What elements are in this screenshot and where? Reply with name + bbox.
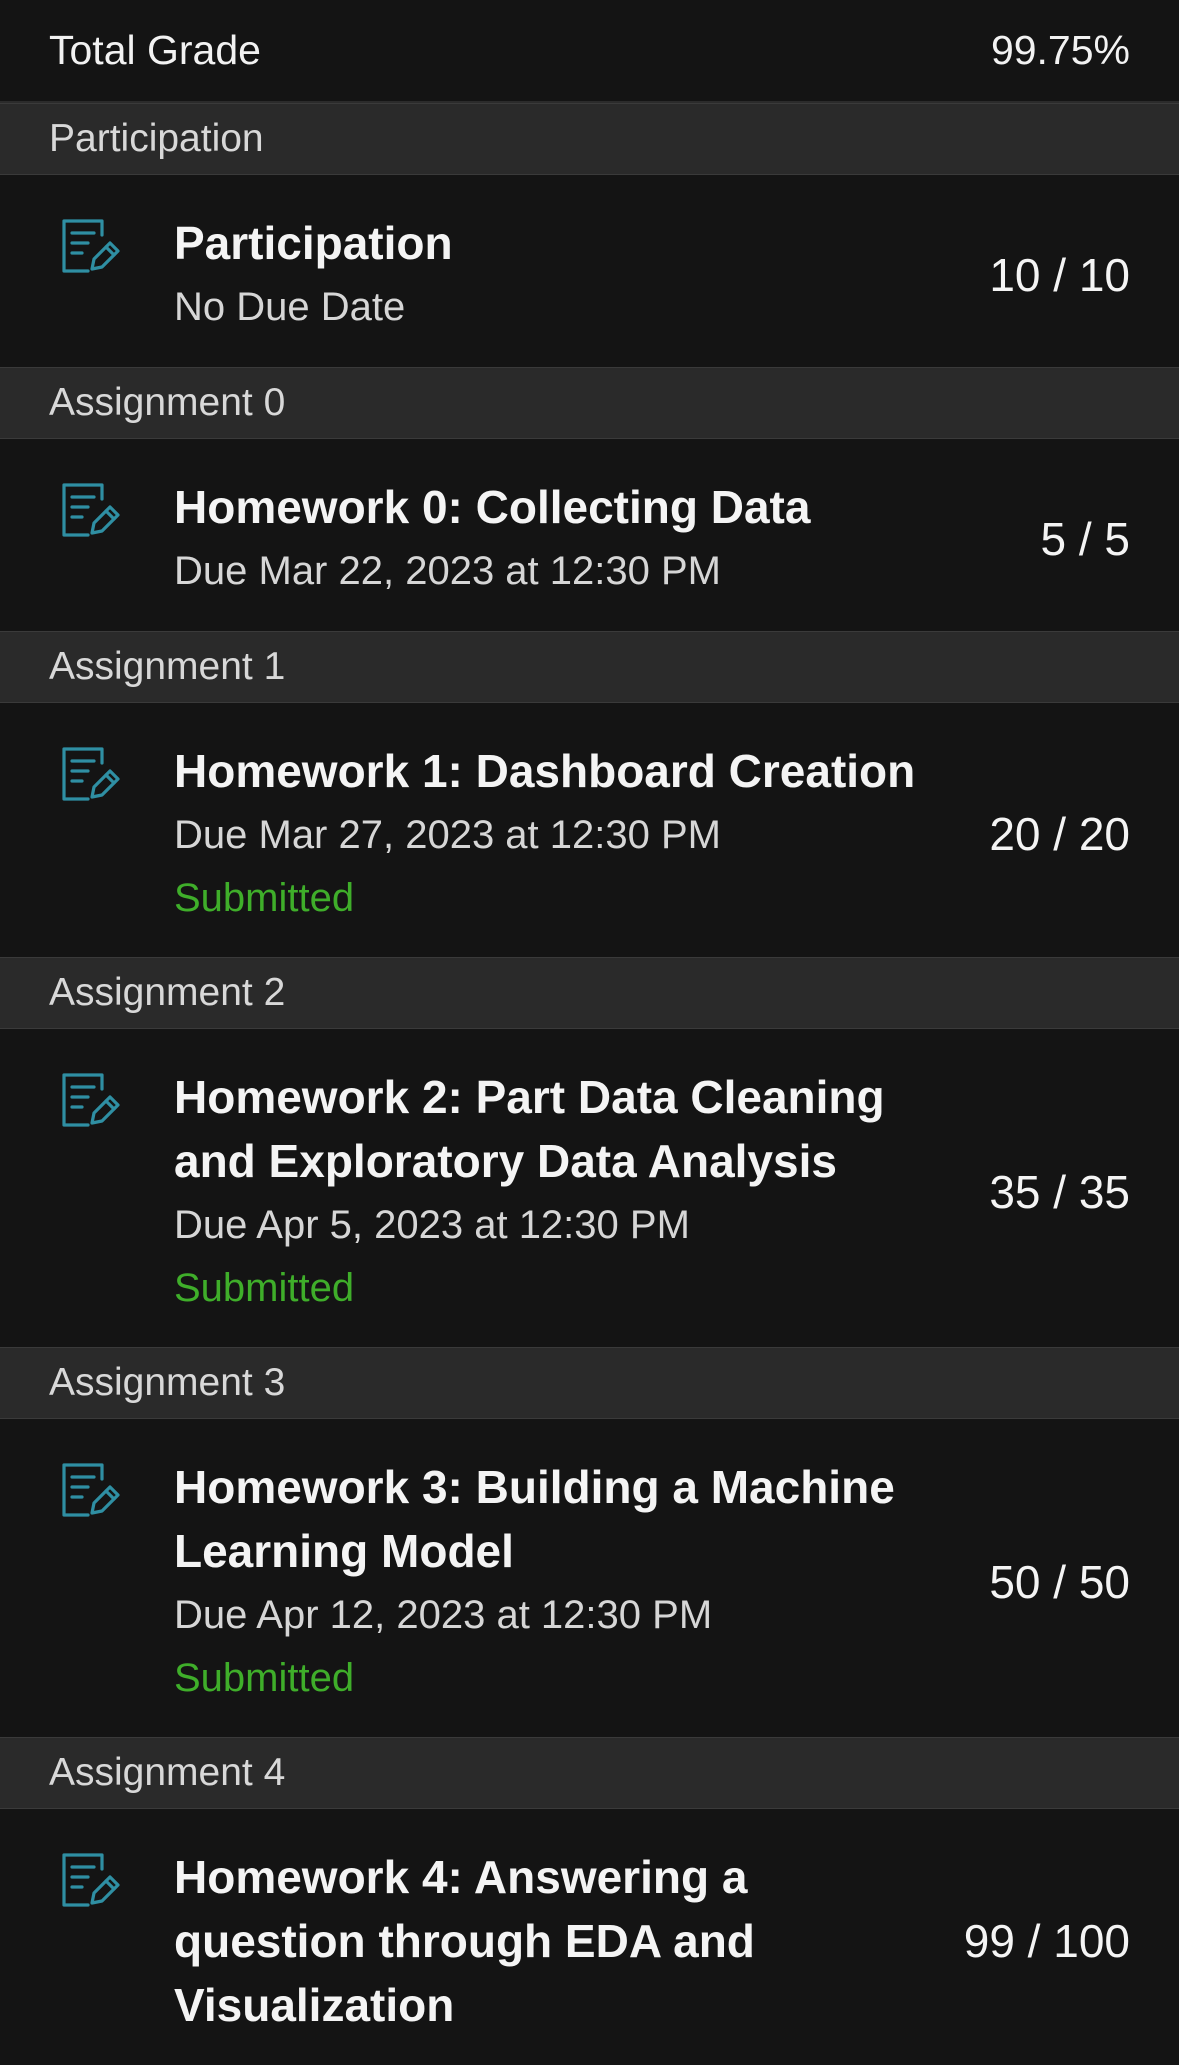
group-header: Assignment 4 (0, 1737, 1179, 1809)
score: 50 / 50 (989, 1556, 1130, 1608)
item-text: Homework 2: Part Data Cleaning and Explo… (174, 1065, 989, 1319)
group-header: Assignment 1 (0, 631, 1179, 703)
assignment-icon (58, 1459, 120, 1521)
assignment-title[interactable]: Homework 1: Dashboard Creation (174, 739, 934, 803)
assignment-title[interactable]: Homework 3: Building a Machine Learning … (174, 1455, 934, 1583)
assignment-icon (58, 743, 120, 805)
item-text: Homework 4: Answering a question through… (174, 1845, 964, 2037)
submission-status: Submitted (174, 1656, 355, 1700)
assignment-icon (58, 215, 120, 277)
submission-status: Submitted (174, 876, 355, 920)
group-header: Participation (0, 103, 1179, 175)
score: 35 / 35 (989, 1166, 1130, 1218)
assignment-title[interactable]: Homework 0: Collecting Data (174, 475, 934, 539)
assignment-title[interactable]: Homework 4: Answering a question through… (174, 1845, 934, 2037)
due-date: Due Apr 12, 2023 at 12:30 PM (174, 1593, 713, 1637)
item-text: Participation No Due Date (174, 211, 989, 339)
score: 10 / 10 (989, 249, 1130, 301)
assignment-title[interactable]: Homework 2: Part Data Cleaning and Explo… (174, 1065, 934, 1193)
icon-column (0, 475, 174, 541)
score: 20 / 20 (989, 808, 1130, 860)
score: 99 / 100 (963, 1915, 1130, 1967)
due-date: No Due Date (174, 285, 406, 329)
icon-column (0, 739, 174, 805)
item-text: Homework 0: Collecting Data Due Mar 22, 2… (174, 475, 1040, 603)
due-date: Due Apr 5, 2023 at 12:30 PM (174, 1203, 690, 1247)
icon-column (0, 1065, 174, 1131)
assignment-icon (58, 1069, 120, 1131)
grade-item-row[interactable]: Homework 2: Part Data Cleaning and Explo… (0, 1029, 1179, 1347)
icon-column (0, 1455, 174, 1521)
total-grade-label: Total Grade (49, 27, 261, 73)
due-date: Due Mar 27, 2023 at 12:30 PM (174, 813, 721, 857)
total-grade-bar: Total Grade 99.75% (0, 0, 1179, 103)
grade-item-row[interactable]: Participation No Due Date 10 / 10 (0, 175, 1179, 367)
icon-column (0, 211, 174, 277)
assignment-icon (58, 479, 120, 541)
grade-item-row[interactable]: Homework 3: Building a Machine Learning … (0, 1419, 1179, 1737)
score: 5 / 5 (1040, 513, 1130, 565)
assignment-title[interactable]: Participation (174, 211, 934, 275)
total-grade-value: 99.75% (990, 27, 1130, 73)
grade-item-row[interactable]: Homework 0: Collecting Data Due Mar 22, 2… (0, 439, 1179, 631)
group-header: Assignment 2 (0, 957, 1179, 1029)
group-header: Assignment 0 (0, 367, 1179, 439)
due-date: Due Mar 22, 2023 at 12:30 PM (174, 549, 721, 593)
item-text: Homework 1: Dashboard Creation Due Mar 27… (174, 739, 989, 929)
grade-item-row[interactable]: Homework 4: Answering a question through… (0, 1809, 1179, 2065)
group-header: Assignment 3 (0, 1347, 1179, 1419)
grade-item-row[interactable]: Homework 1: Dashboard Creation Due Mar 27… (0, 703, 1179, 957)
grade-list: Participation Participation No Due Date 10 … (0, 103, 1179, 2065)
assignment-icon (58, 1849, 120, 1911)
submission-status: Submitted (174, 1266, 355, 1310)
item-text: Homework 3: Building a Machine Learning … (174, 1455, 989, 1709)
icon-column (0, 1845, 174, 1911)
